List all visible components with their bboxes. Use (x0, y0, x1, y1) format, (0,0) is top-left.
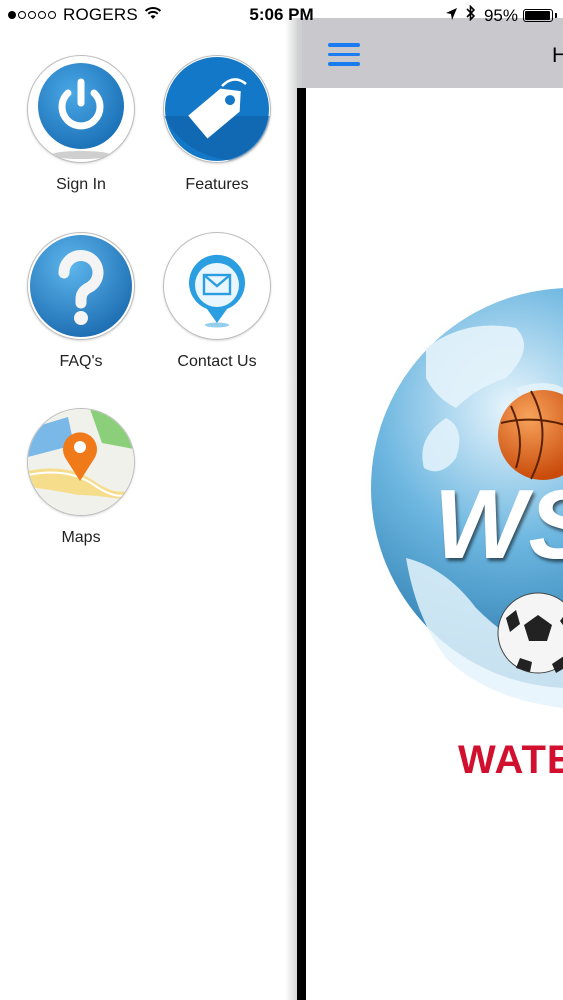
question-mark-icon (27, 232, 135, 340)
location-arrow-icon (445, 6, 466, 26)
bluetooth-icon (466, 4, 484, 26)
menu-item-sign-in[interactable]: Sign In (21, 55, 141, 194)
menu-item-faqs[interactable]: FAQ's (21, 232, 141, 371)
status-right: 95% (445, 4, 557, 26)
menu-item-label: Maps (61, 529, 101, 546)
panel-left-border (297, 88, 306, 1000)
battery-icon (523, 9, 557, 22)
status-bar: ROGERS 5:06 PM 95% (0, 0, 563, 30)
main-panel[interactable]: H W WATE (297, 18, 563, 1000)
nav-title: H (552, 44, 563, 67)
menu-item-label: Sign In (56, 176, 106, 193)
menu-item-contact-us[interactable]: Contact Us (157, 232, 277, 371)
main-content: WS WATE (306, 88, 563, 1000)
battery-percent: 95% (483, 5, 518, 25)
menu-item-label: FAQ's (59, 353, 103, 370)
hamburger-menu-icon[interactable] (328, 43, 360, 67)
power-icon (27, 55, 135, 163)
price-tag-icon (163, 55, 271, 163)
brand-text: WATE (458, 738, 563, 782)
menu-item-features[interactable]: Features (157, 55, 277, 194)
menu-item-label: Features (185, 176, 249, 193)
logo-letters: WS (434, 469, 563, 579)
envelope-pin-icon (163, 232, 271, 340)
menu-item-label: Contact Us (177, 353, 257, 370)
menu-item-maps[interactable]: Maps (21, 408, 141, 547)
map-pin-icon (27, 408, 135, 516)
